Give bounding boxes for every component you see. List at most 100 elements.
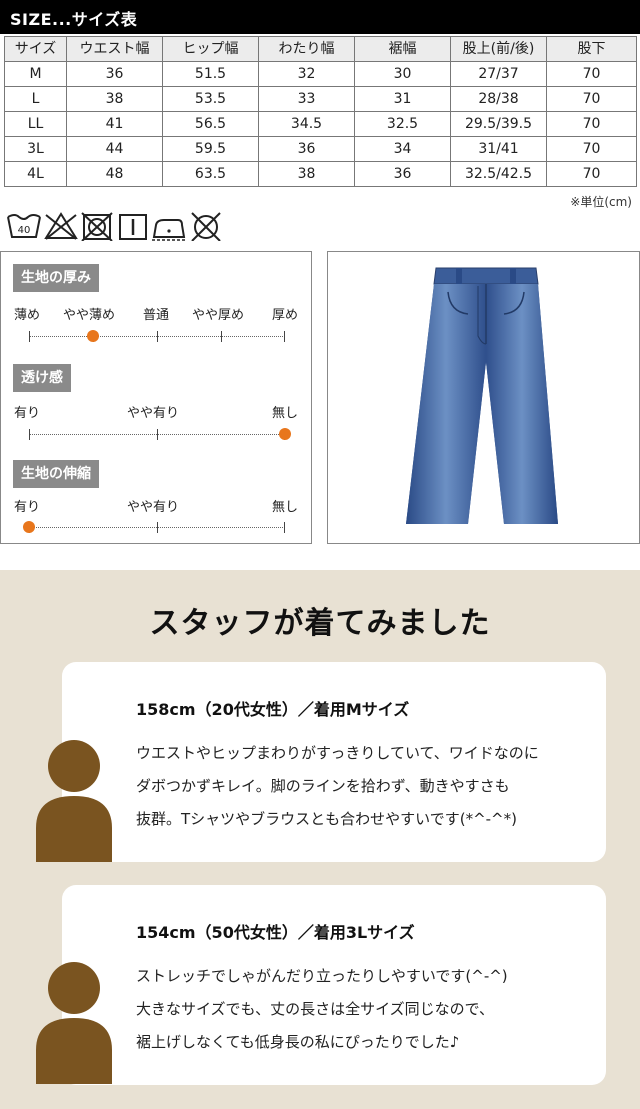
cell-rise: 32.5/42.5 — [450, 161, 547, 187]
col-header-inseam: 股下 — [546, 36, 637, 62]
cell-hem: 31 — [354, 86, 451, 112]
scale-tick — [29, 429, 30, 440]
care-icons: 40 — [7, 212, 221, 241]
product-photo — [327, 251, 640, 544]
cell-hip: 56.5 — [162, 111, 259, 137]
table-header-row: サイズ ウエスト幅 ヒップ幅 わたり幅 裾幅 股上(前/後) 股下 — [4, 36, 637, 62]
review-card: 154cm（50代女性）／着用3Lサイズ ストレッチでしゃがんだり立ったりしやす… — [62, 885, 606, 1085]
table-row: 3L 44 59.5 36 34 31/41 70 — [4, 136, 637, 162]
cell-size: L — [4, 86, 67, 112]
table-row: 4L 48 63.5 38 36 32.5/42.5 70 — [4, 161, 637, 187]
cell-hip: 63.5 — [162, 161, 259, 187]
cell-hip: 53.5 — [162, 86, 259, 112]
scale-tick — [29, 331, 30, 342]
cell-thigh: 34.5 — [258, 111, 355, 137]
no-dry-clean-icon — [191, 212, 221, 241]
stretch-option: やや有り — [127, 500, 180, 515]
sheerness-indicator — [279, 428, 291, 440]
review-header: 158cm（20代女性）／着用Mサイズ — [136, 700, 410, 719]
thickness-scale — [29, 330, 285, 342]
fabric-properties-panel: 生地の厚み 薄め やや薄め 普通 やや厚め 厚め 透け感 有り やや有り 無し … — [0, 251, 312, 544]
no-bleach-icon — [44, 212, 78, 240]
review-text-line: 抜群。Tシャツやブラウスとも合わせやすいです(*^-^*) — [136, 810, 517, 828]
stretch-scale — [23, 521, 285, 533]
sheerness-option: 有り — [14, 406, 41, 421]
thickness-option: やや厚め — [192, 308, 245, 323]
cell-hem: 36 — [354, 161, 451, 187]
review-text-line: 大きなサイズでも、丈の長さは全サイズ同じなので、 — [136, 1000, 495, 1018]
sheerness-option: やや有り — [127, 406, 180, 421]
cell-size: LL — [4, 111, 67, 137]
cell-rise: 27/37 — [450, 61, 547, 87]
review-text-line: ストレッチでしゃがんだり立ったりしやすいです(^-^) — [136, 967, 508, 985]
cell-inseam: 70 — [546, 161, 637, 187]
scale-tick — [284, 522, 285, 533]
col-header-hip: ヒップ幅 — [162, 36, 259, 62]
iron-low-with-cloth-icon — [152, 219, 186, 241]
review-text-line: ダボつかずキレイ。脚のラインを拾わず、動きやすさも — [136, 777, 510, 795]
thickness-option: 厚め — [272, 308, 299, 323]
cell-thigh: 38 — [258, 161, 355, 187]
cell-thigh: 36 — [258, 136, 355, 162]
cell-waist: 48 — [66, 161, 163, 187]
size-title: SIZE...サイズ表 — [10, 10, 138, 29]
cell-hip: 51.5 — [162, 61, 259, 87]
cell-size: 3L — [4, 136, 67, 162]
stretch-indicator — [23, 521, 35, 533]
cell-inseam: 70 — [546, 136, 637, 162]
cell-waist: 38 — [66, 86, 163, 112]
thickness-option: やや薄め — [63, 308, 116, 323]
thickness-label: 生地の厚み — [13, 264, 99, 292]
thickness-indicator — [87, 330, 99, 342]
unit-note: ※単位(cm) — [570, 195, 632, 209]
cell-inseam: 70 — [546, 61, 637, 87]
staff-section-title: スタッフが着てみました — [149, 606, 491, 641]
table-row: L 38 53.5 33 31 28/38 70 — [4, 86, 637, 112]
col-header-rise: 股上(前/後) — [450, 36, 547, 62]
scale-tick — [157, 522, 158, 533]
staff-review-section: スタッフが着てみました 158cm（20代女性）／着用Mサイズ ウエストやヒップ… — [0, 570, 640, 1109]
size-table: サイズ ウエスト幅 ヒップ幅 わたり幅 裾幅 股上(前/後) 股下 M 36 5… — [4, 36, 637, 187]
cell-size: M — [4, 61, 67, 87]
cell-hem: 32.5 — [354, 111, 451, 137]
col-header-hem: 裾幅 — [354, 36, 451, 62]
cell-rise: 28/38 — [450, 86, 547, 112]
wash-temp-label: 40 — [18, 225, 31, 236]
wide-jeans-image — [406, 267, 558, 524]
hang-dry-icon — [119, 214, 147, 240]
review-card: 158cm（20代女性）／着用Mサイズ ウエストやヒップまわりがすっきりしていて… — [62, 662, 606, 862]
wash-40-icon: 40 — [7, 214, 41, 238]
thickness-option: 普通 — [143, 308, 170, 323]
cell-hem: 34 — [354, 136, 451, 162]
cell-thigh: 33 — [258, 86, 355, 112]
cell-waist: 36 — [66, 61, 163, 87]
stretch-option: 有り — [14, 500, 41, 515]
cell-hip: 59.5 — [162, 136, 259, 162]
size-header: SIZE...サイズ表 — [0, 0, 640, 34]
stretch-label: 生地の伸縮 — [13, 460, 99, 488]
scale-tick — [157, 331, 158, 342]
person-avatar-icon — [36, 962, 112, 1084]
stretch-option: 無し — [272, 500, 299, 515]
table-row: LL 41 56.5 34.5 32.5 29.5/39.5 70 — [4, 111, 637, 137]
scale-tick — [157, 429, 158, 440]
table-row: M 36 51.5 32 30 27/37 70 — [4, 61, 637, 87]
cell-rise: 31/41 — [450, 136, 547, 162]
cell-waist: 41 — [66, 111, 163, 137]
no-tumble-dry-icon — [81, 212, 113, 241]
cell-thigh: 32 — [258, 61, 355, 87]
person-avatar-icon — [36, 740, 112, 862]
col-header-waist: ウエスト幅 — [66, 36, 163, 62]
review-text-line: ウエストやヒップまわりがすっきりしていて、ワイドなのに — [136, 744, 539, 762]
thickness-option: 薄め — [14, 308, 41, 323]
cell-inseam: 70 — [546, 111, 637, 137]
col-header-thigh: わたり幅 — [258, 36, 355, 62]
scale-tick — [221, 331, 222, 342]
cell-size: 4L — [4, 161, 67, 187]
col-header-size: サイズ — [4, 36, 67, 62]
sheerness-scale — [29, 428, 291, 440]
cell-rise: 29.5/39.5 — [450, 111, 547, 137]
sheerness-option: 無し — [272, 406, 299, 421]
review-text-line: 裾上げしなくても低身長の私にぴったりでした♪ — [136, 1033, 460, 1051]
cell-inseam: 70 — [546, 86, 637, 112]
